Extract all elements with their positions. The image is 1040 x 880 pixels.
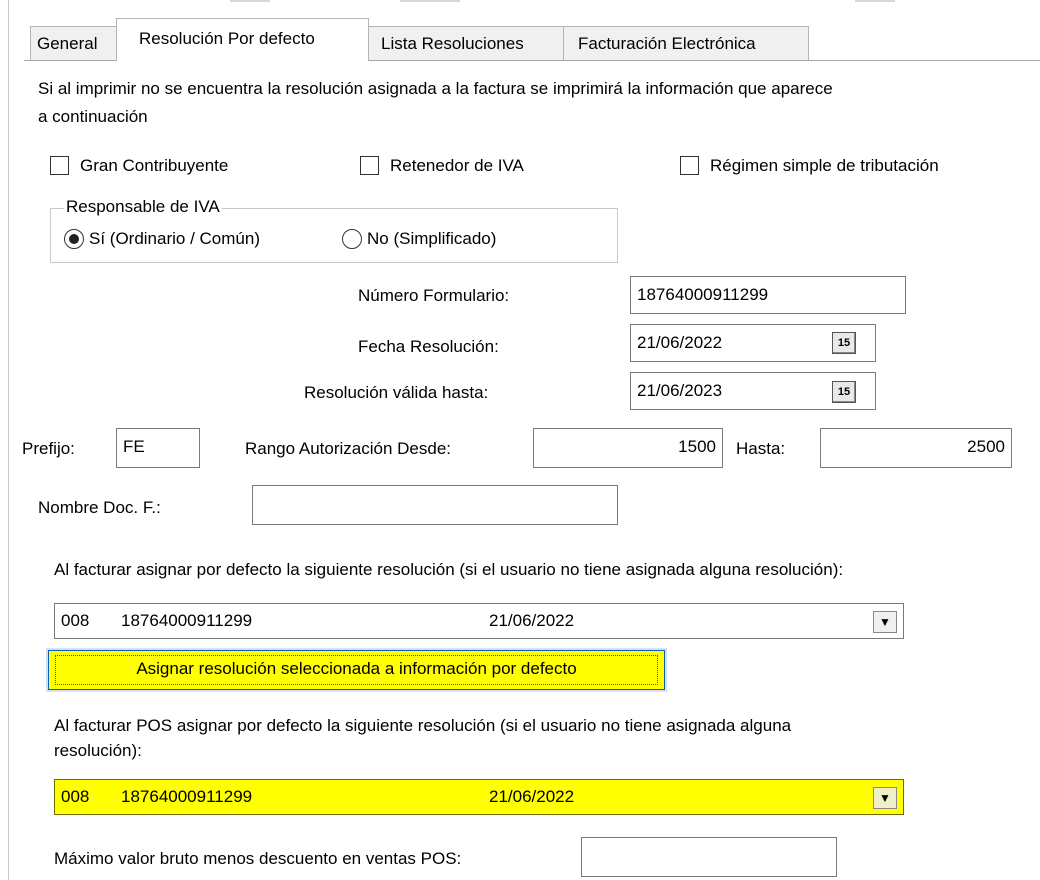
prefijo-field[interactable]: FE bbox=[116, 428, 200, 468]
retenedor-iva-checkbox[interactable] bbox=[360, 156, 379, 175]
responsable-si-label[interactable]: Sí (Ordinario / Común) bbox=[89, 229, 260, 249]
pos-resolution-label-line2: resolución): bbox=[54, 741, 142, 760]
window-left-edge bbox=[8, 0, 9, 880]
calendar-icon[interactable]: 15 bbox=[832, 332, 856, 354]
gran-contribuyente-checkbox[interactable] bbox=[50, 156, 69, 175]
nombre-doc-field[interactable] bbox=[252, 485, 618, 525]
rango-desde-label: Rango Autorización Desde: bbox=[245, 439, 452, 458]
rango-desde-field[interactable]: 1500 bbox=[533, 428, 723, 468]
nombre-doc-label: Nombre Doc. F.: bbox=[38, 498, 161, 517]
max-pos-label: Máximo valor bruto menos descuento en ve… bbox=[54, 849, 462, 868]
default-resolution-combo[interactable]: 008 18764000911299 21/06/2022 ▼ bbox=[54, 603, 904, 639]
pos-resolution-number: 18764000911299 bbox=[121, 787, 253, 806]
pos-resolution-date: 21/06/2022 bbox=[489, 787, 575, 806]
numero-formulario-field[interactable]: 18764000911299 bbox=[630, 276, 906, 314]
info-text-line1: Si al imprimir no se encuentra la resolu… bbox=[38, 79, 833, 98]
responsable-iva-legend: Responsable de IVA bbox=[64, 197, 222, 217]
tab-general[interactable]: General bbox=[30, 26, 118, 60]
hasta-label: Hasta: bbox=[736, 439, 786, 458]
tab-lista-resoluciones-label: Lista Resoluciones bbox=[381, 34, 524, 53]
info-text-line2: a continuación bbox=[38, 107, 148, 126]
calendar-icon[interactable]: 15 bbox=[832, 381, 856, 403]
retenedor-iva-label[interactable]: Retenedor de IVA bbox=[390, 156, 524, 176]
default-resolution-code: 008 bbox=[61, 611, 90, 630]
default-resolution-date: 21/06/2022 bbox=[489, 611, 575, 630]
pos-resolution-combo[interactable]: 008 18764000911299 21/06/2022 ▼ bbox=[54, 779, 904, 815]
fecha-resolucion-label: Fecha Resolución: bbox=[358, 337, 499, 356]
responsable-no-radio[interactable] bbox=[342, 229, 362, 249]
tab-lista-resoluciones[interactable]: Lista Resoluciones bbox=[368, 26, 564, 60]
numero-formulario-label: Número Formulario: bbox=[358, 286, 510, 305]
responsable-no-label[interactable]: No (Simplificado) bbox=[367, 229, 496, 249]
pos-resolution-code: 008 bbox=[61, 787, 90, 806]
gran-contribuyente-label[interactable]: Gran Contribuyente bbox=[80, 156, 228, 176]
default-resolution-number: 18764000911299 bbox=[121, 611, 253, 630]
focus-rect bbox=[55, 655, 658, 685]
chevron-down-icon[interactable]: ▼ bbox=[873, 611, 897, 633]
default-resolution-label: Al facturar asignar por defecto la sigui… bbox=[54, 560, 844, 579]
tab-resolucion-por-defecto-label: Resolución Por defecto bbox=[139, 29, 315, 48]
valida-hasta-value: 21/06/2023 bbox=[637, 381, 723, 400]
pos-resolution-label-line1: Al facturar POS asignar por defecto la s… bbox=[54, 716, 792, 735]
valida-hasta-label: Resolución válida hasta: bbox=[304, 383, 489, 402]
fecha-resolucion-value: 21/06/2022 bbox=[637, 333, 723, 352]
tab-facturacion-electronica[interactable]: Facturación Electrónica bbox=[563, 26, 809, 60]
top-strip bbox=[0, 0, 1040, 8]
tab-resolucion-por-defecto[interactable]: Resolución Por defecto bbox=[116, 18, 369, 61]
max-pos-field[interactable] bbox=[581, 837, 837, 877]
hasta-field[interactable]: 2500 bbox=[820, 428, 1012, 468]
chevron-down-icon[interactable]: ▼ bbox=[873, 787, 897, 809]
responsable-si-radio[interactable] bbox=[64, 229, 84, 249]
regimen-simple-checkbox[interactable] bbox=[680, 156, 699, 175]
regimen-simple-label[interactable]: Régimen simple de tributación bbox=[710, 156, 939, 176]
tab-facturacion-electronica-label: Facturación Electrónica bbox=[578, 34, 756, 53]
assign-resolution-button[interactable]: Asignar resolución seleccionada a inform… bbox=[48, 650, 665, 690]
tab-general-label: General bbox=[37, 34, 98, 53]
prefijo-label: Prefijo: bbox=[22, 439, 75, 458]
